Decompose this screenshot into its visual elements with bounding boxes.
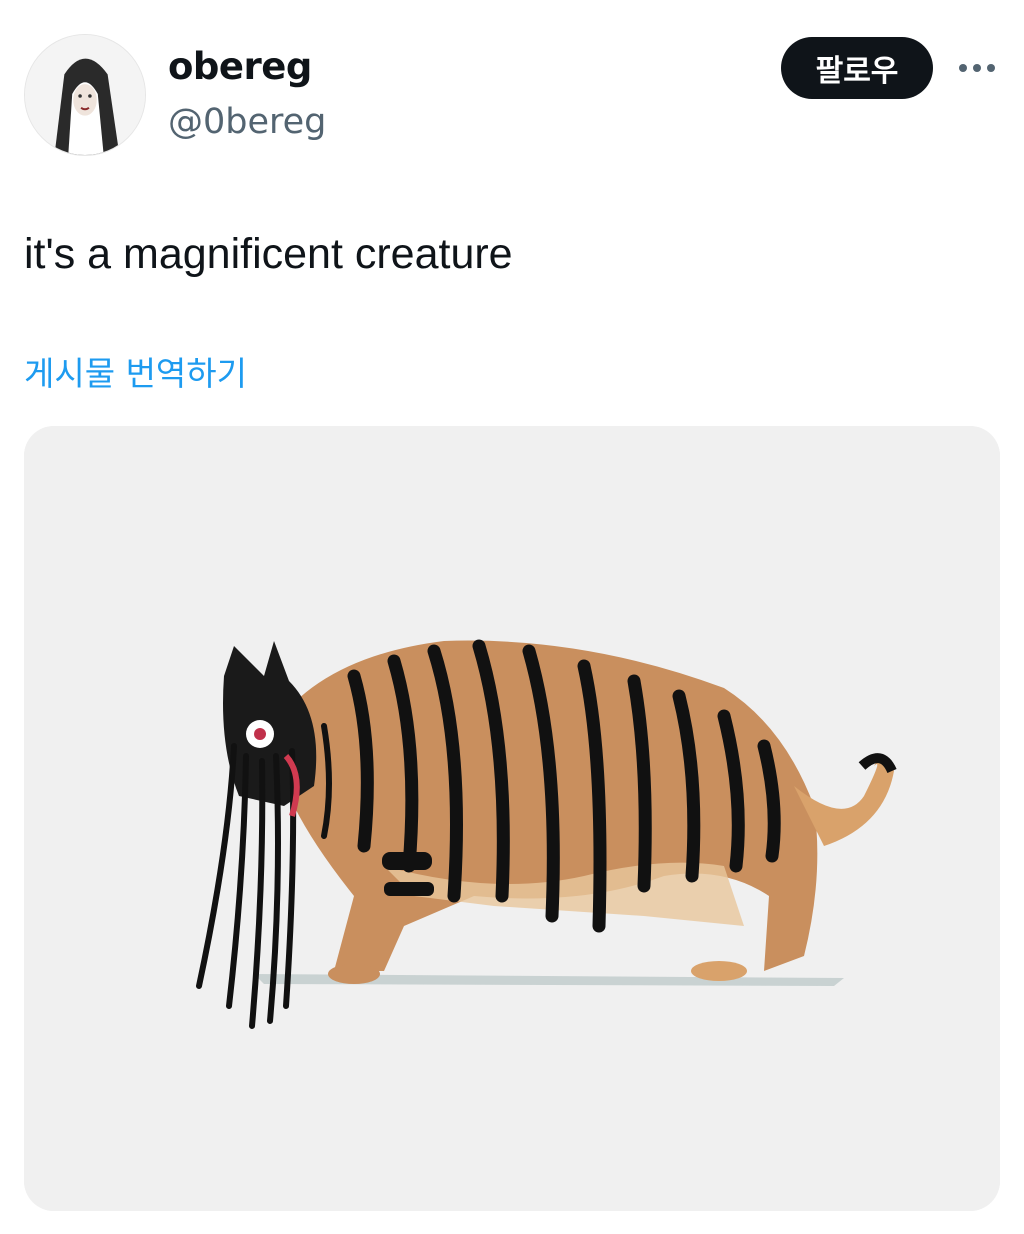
more-horizontal-icon[interactable] [952,50,1002,86]
avatar[interactable] [24,34,146,156]
nun-portrait-avatar-image [25,35,145,155]
tweet-text: it's a magnificent creature [24,230,513,278]
user-handle[interactable]: @0bereg [168,98,326,146]
tiger-creature-drawing [24,426,1000,1211]
display-name[interactable]: obereg [168,42,312,92]
follow-button[interactable]: 팔로우 [781,37,933,99]
translate-post-link[interactable]: 게시물 번역하기 [24,350,247,398]
tweet-media-image[interactable] [24,426,1000,1211]
